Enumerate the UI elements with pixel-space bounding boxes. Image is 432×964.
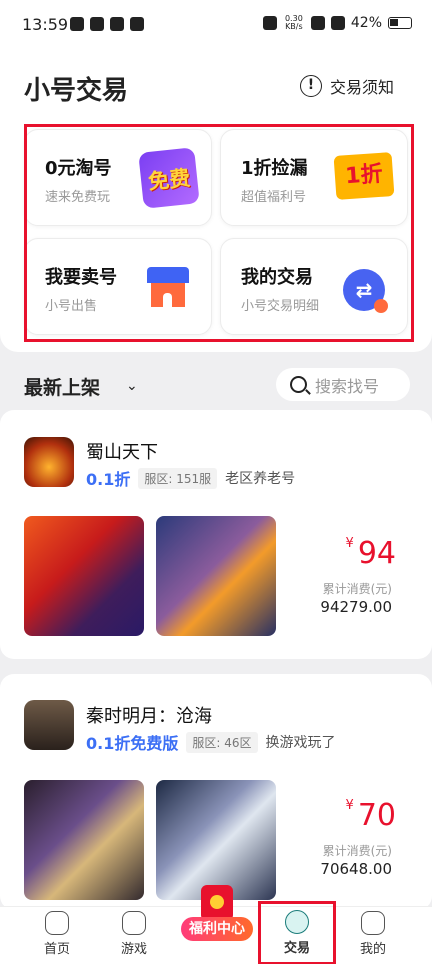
tiktok-icon — [70, 17, 84, 31]
trade-icon — [285, 910, 309, 934]
notification-icons — [70, 17, 144, 31]
game-name: 秦时明月：沧海 — [86, 706, 212, 727]
server-badge: 服区: 46区 — [186, 731, 258, 753]
tab-games[interactable]: 游戏 — [91, 907, 177, 964]
gamepad-icon — [122, 911, 146, 935]
tab-home[interactable]: 首页 — [14, 907, 100, 964]
no-sim-icon — [310, 16, 325, 30]
search-input[interactable]: 搜索找号 — [276, 368, 410, 401]
search-placeholder: 搜索找号 — [315, 376, 380, 396]
app-icon — [110, 17, 124, 31]
price: ¥94 — [345, 536, 396, 571]
screenshot-thumbnail[interactable] — [24, 516, 144, 636]
spend-value: 70648.00 — [320, 860, 392, 878]
spend-value: 94279.00 — [320, 598, 392, 616]
trade-notice-button[interactable]: ! 交易须知 — [299, 74, 394, 98]
info-icon: ! — [299, 75, 322, 97]
chevron-down-icon[interactable]: ⌄ — [126, 378, 138, 394]
red-envelope-icon: 福利中心 — [181, 885, 253, 943]
game-meta: 0.1折 服区: 151服 老区养老号 — [86, 466, 295, 490]
app-icon — [90, 17, 104, 31]
search-icon — [290, 376, 307, 393]
home-icon — [45, 911, 69, 935]
vibrate-icon — [262, 16, 277, 30]
listing-card[interactable]: 蜀山天下 0.1折 服区: 151服 老区养老号 ¥94 累计消费(元) 942… — [0, 410, 432, 659]
tab-welfare-center[interactable]: 福利中心 — [173, 885, 259, 964]
screenshot-thumbnail[interactable] — [24, 780, 144, 900]
tab-label: 福利中心 — [181, 917, 253, 941]
spend-label: 累计消费(元) — [322, 582, 392, 596]
listing-note: 老区养老号 — [225, 471, 296, 487]
wifi-icon — [330, 16, 345, 30]
game-icon — [24, 437, 74, 487]
discount-label: 0.1折免费版 — [86, 734, 179, 753]
listing-card[interactable]: 秦时明月：沧海 0.1折免费版 服区: 46区 换游戏玩了 ¥70 累计消费(元… — [0, 674, 432, 910]
price: ¥70 — [345, 798, 396, 833]
listing-note: 换游戏玩了 — [265, 735, 336, 751]
page-title: 小号交易 — [24, 76, 129, 106]
screenshot-thumbnail[interactable] — [156, 516, 276, 636]
game-meta: 0.1折免费版 服区: 46区 换游戏玩了 — [86, 730, 336, 754]
tab-mine[interactable]: 我的 — [330, 907, 416, 964]
crown-icon — [130, 17, 144, 31]
net-speed: 0.30 KB/s — [284, 14, 303, 31]
tab-label: 交易 — [283, 941, 310, 956]
spend-label: 累计消费(元) — [322, 844, 392, 858]
highlight-box — [24, 124, 414, 342]
discount-label: 0.1折 — [86, 470, 131, 489]
screenshot-thumbnail[interactable] — [156, 780, 276, 900]
sort-dropdown[interactable]: 最新上架 — [24, 373, 100, 400]
bottom-tab-bar: 首页 游戏 福利中心 交易 我的 — [0, 885, 432, 964]
tab-label: 游戏 — [120, 942, 147, 957]
tab-label: 首页 — [43, 942, 70, 957]
game-name: 蜀山天下 — [86, 442, 158, 463]
status-bar: 13:59 0.30 KB/s 42% — [0, 0, 432, 52]
status-time: 13:59 — [22, 15, 69, 34]
tab-trade[interactable]: 交易 — [258, 901, 336, 964]
server-badge: 服区: 151服 — [138, 467, 218, 489]
trade-notice-label: 交易须知 — [329, 78, 394, 97]
battery-percent: 42% — [350, 15, 382, 31]
tab-label: 我的 — [359, 942, 386, 957]
user-icon — [361, 911, 385, 935]
battery-icon — [388, 17, 412, 29]
game-icon — [24, 700, 74, 750]
